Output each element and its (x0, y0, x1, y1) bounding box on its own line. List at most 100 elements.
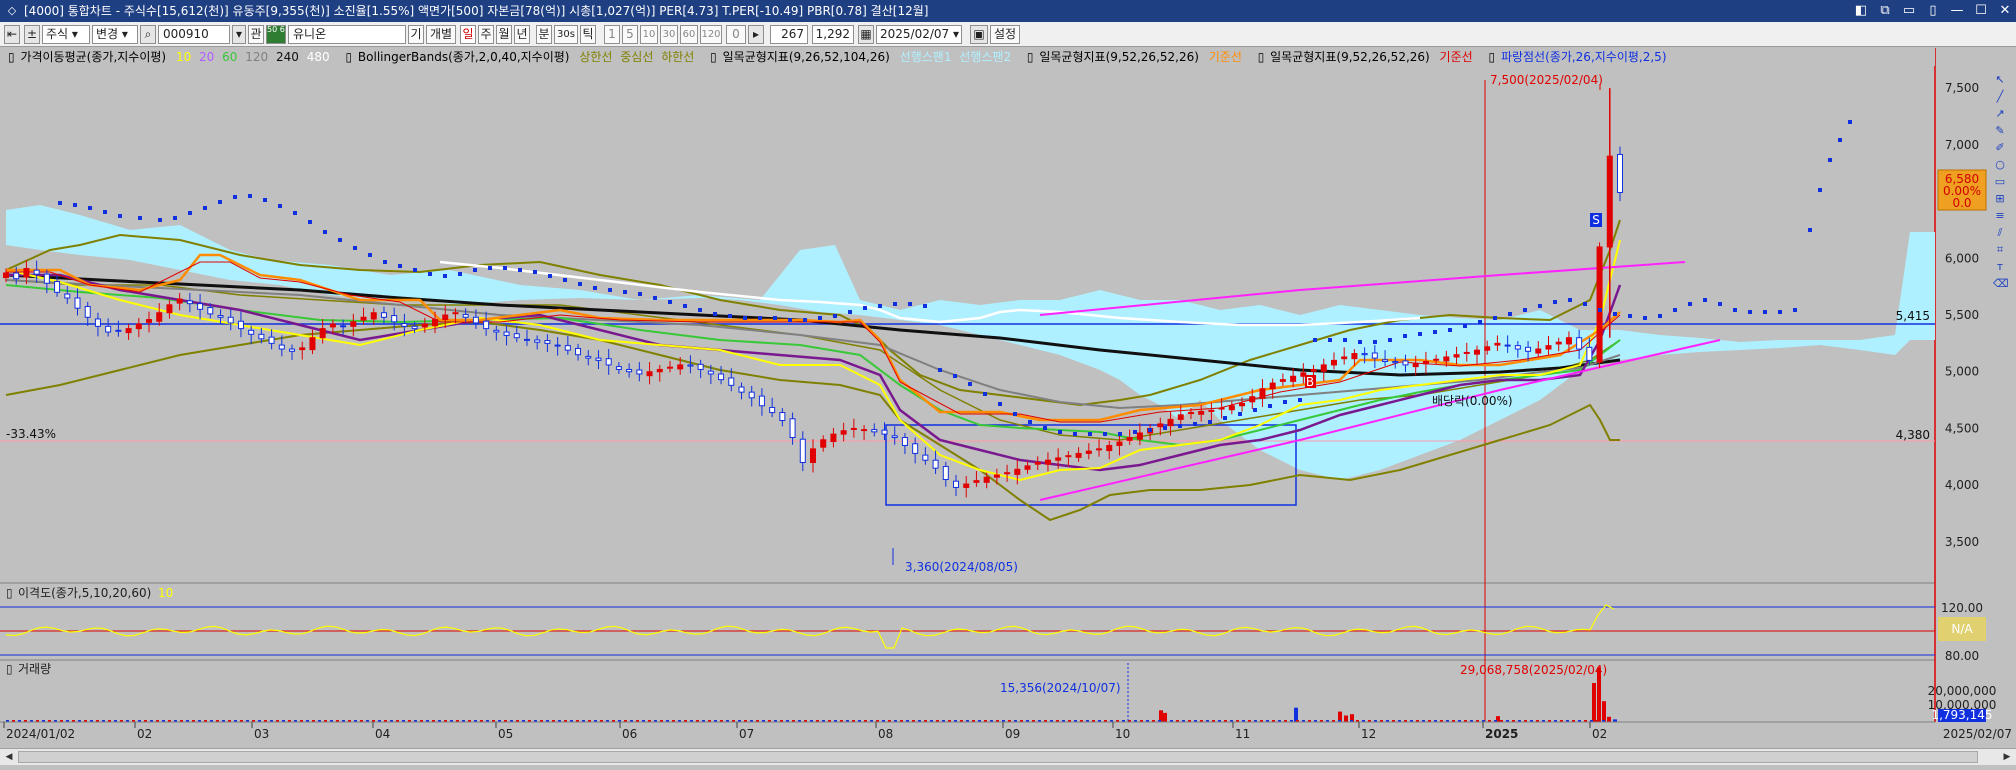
period-month[interactable]: 월 (496, 25, 512, 44)
brush-tool-icon[interactable]: ✐ (1993, 141, 2007, 155)
psar-dot (1688, 302, 1692, 306)
calendar-icon[interactable]: ▦ (858, 25, 874, 44)
period-year[interactable]: 년 (514, 25, 530, 44)
candle-body (656, 368, 663, 373)
psar-dot (1193, 422, 1197, 426)
individual-button[interactable]: 개별 (426, 25, 456, 44)
candle-body (237, 320, 244, 330)
psar-dot (998, 402, 1002, 406)
candle-body (503, 331, 510, 336)
chart-window: ◇ [4000] 통합차트 - 주식수[15,612(천)] 유동주[9,355… (0, 0, 2016, 770)
pen-tool-icon[interactable]: ✎ (1993, 124, 2007, 138)
candle-body (33, 269, 40, 275)
psar-dot (1388, 338, 1392, 342)
psar-dot (548, 274, 552, 278)
candle-body (258, 333, 265, 340)
tick-zero-input[interactable]: 0 (726, 25, 746, 44)
psar-dot (878, 304, 882, 308)
psar-dot (1343, 338, 1347, 342)
candle-body (493, 329, 500, 333)
settings-button[interactable]: 설정 (990, 25, 1020, 44)
maximize-icon[interactable]: ☐ (1974, 0, 1988, 22)
line-tool-icon[interactable]: ╱ (1993, 90, 2007, 104)
psar-dot (1088, 432, 1092, 436)
date-label: 12 (1361, 727, 1376, 741)
candle-body (523, 338, 530, 341)
gann-tool-icon[interactable]: ⌗ (1993, 243, 2007, 257)
gi-button[interactable]: 기 (408, 25, 424, 44)
tick-30[interactable]: 30 (660, 25, 678, 44)
nav-icon[interactable]: ⇤ (4, 25, 20, 44)
text-tool-icon[interactable]: ᴛ (1993, 260, 2007, 274)
tick-120[interactable]: 120 (700, 25, 722, 44)
legend-checkbox-icon[interactable]: ▯ (1489, 50, 1496, 64)
tick-1[interactable]: 1 (604, 25, 620, 44)
candle-body (278, 344, 285, 350)
period-minute[interactable]: 분 (536, 25, 552, 44)
change-select[interactable]: 변경 ▾ (92, 25, 138, 44)
security-type-select[interactable]: 주식 ▾ (42, 25, 90, 44)
rect-tool-icon[interactable]: ▭ (1993, 175, 2007, 189)
total-input[interactable]: 1,292 (812, 25, 854, 44)
channel-tool-icon[interactable]: ⫽ (1993, 226, 2007, 240)
fib-tool-icon[interactable]: ≡ (1993, 209, 2007, 223)
legend-bb-label: BollingerBands(종가,2,0,40,지수이평) (357, 50, 570, 64)
date-select[interactable]: 2025/02/07 ▾ (876, 25, 962, 44)
close-icon[interactable]: ✕ (1998, 0, 2012, 22)
circle-tool-icon[interactable]: ○ (1993, 158, 2007, 172)
ray-tool-icon[interactable]: ↗ (1993, 107, 2007, 121)
period-week[interactable]: 주 (478, 25, 494, 44)
candle-body (299, 347, 306, 351)
period-day[interactable]: 일 (460, 25, 476, 44)
panel-icon[interactable]: ▯ (1926, 0, 1940, 22)
tile-icon[interactable]: ⧉ (1878, 0, 1892, 22)
candle-body (1310, 368, 1317, 372)
tick-5[interactable]: 5 (622, 25, 638, 44)
candle-body (1545, 345, 1552, 350)
candle-body (156, 312, 163, 322)
horizontal-scrollbar[interactable]: ◀ ▶ (0, 748, 2016, 765)
psar-dot (1373, 340, 1377, 344)
tick-60[interactable]: 60 (680, 25, 698, 44)
name-input[interactable]: 유니온 (288, 25, 406, 44)
psar-dot (848, 310, 852, 314)
psar-dot (1808, 228, 1812, 232)
candle-body (789, 418, 796, 439)
candle-body (1024, 465, 1031, 470)
legend-checkbox-icon[interactable]: ▯ (8, 50, 15, 64)
grid-tool-icon[interactable]: ⊞ (1993, 192, 2007, 206)
snap-left-icon[interactable]: ◧ (1854, 0, 1868, 22)
gwan-button[interactable]: 관 (248, 25, 264, 44)
code-input[interactable]: 000910 (158, 25, 230, 44)
scroll-left-icon[interactable]: ◀ (1, 750, 17, 765)
legend-checkbox-icon[interactable]: ▯ (1258, 50, 1265, 64)
scroll-thumb[interactable] (18, 751, 1978, 763)
legend-checkbox-icon[interactable]: ▯ (345, 50, 352, 64)
period-30s[interactable]: 30s (554, 25, 578, 44)
cursor-icon[interactable]: ↖ (1993, 73, 2007, 87)
candle-body (1085, 450, 1092, 454)
search-icon[interactable]: ⌕ (140, 25, 156, 44)
scroll-right-icon[interactable]: ▶ (1999, 750, 2015, 765)
save-icon[interactable]: ▣ (970, 25, 988, 44)
legend-checkbox-icon[interactable]: ▯ (710, 50, 717, 64)
psar-dot (1253, 408, 1257, 412)
minimize-icon[interactable]: — (1950, 0, 1964, 22)
legend-checkbox-icon[interactable]: ▯ (1027, 50, 1034, 64)
delete-tool-icon[interactable]: ⌫ (1993, 277, 2009, 291)
date-label: 11 (1235, 727, 1250, 741)
candle-body (1494, 342, 1501, 346)
restore-icon[interactable]: ▭ (1902, 0, 1916, 22)
period-tick[interactable]: 틱 (580, 25, 596, 44)
tick-10[interactable]: 10 (640, 25, 658, 44)
add-icon[interactable]: ± (24, 25, 40, 44)
psar-dot (563, 278, 567, 282)
psar-dot (608, 288, 612, 292)
tick-arrow-icon[interactable]: ▸ (748, 25, 764, 44)
price-chart[interactable]: 7,500(2025/02/04) 3,360(2024/08/05) 배당락(0.… (0, 48, 2016, 748)
psar-dot (1238, 412, 1242, 416)
code-spin-icon[interactable]: ▾ (232, 25, 246, 44)
candle-body (391, 315, 398, 323)
psar-dot (1838, 138, 1842, 142)
count-input[interactable]: 267 (770, 25, 808, 44)
